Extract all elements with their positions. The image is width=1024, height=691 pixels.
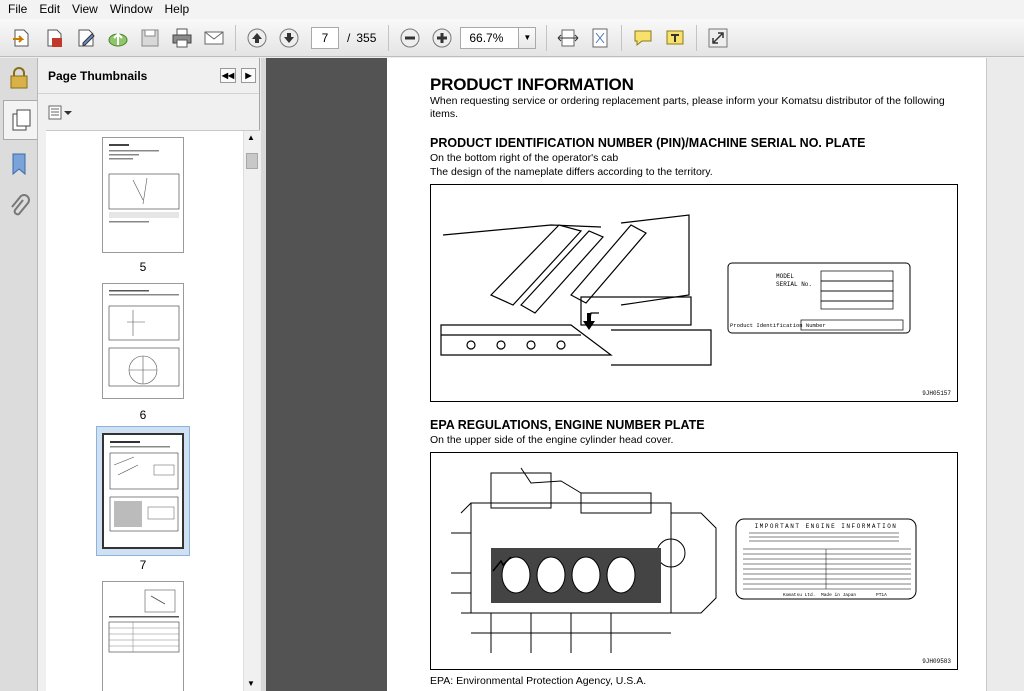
comment-icon[interactable] [629, 24, 657, 52]
intro-text: When requesting service or ordering repl… [430, 95, 945, 120]
attachment-icon[interactable] [8, 194, 30, 223]
section-heading-pin: PRODUCT IDENTIFICATION NUMBER (PIN)/MACH… [430, 136, 866, 150]
section-text: On the upper side of the engine cylinder… [430, 434, 674, 446]
zoom-dropdown-icon[interactable]: ▼ [518, 26, 537, 49]
zoom-in-icon[interactable] [428, 24, 456, 52]
engine-plate-origin: Made in Japan [821, 592, 856, 598]
toolbar: 7 / 355 66.7% ▼ [0, 19, 1024, 57]
upload-icon[interactable] [104, 24, 132, 52]
toolbar-separator [546, 24, 548, 51]
plate-model-label: MODEL [776, 273, 794, 280]
figure-engine-plate: IMPORTANT ENGINE INFORMATION Komatsu Ltd… [430, 452, 958, 670]
figure-id: 9JH05157 [922, 390, 951, 397]
panel-menu-icon[interactable]: ▶ [241, 68, 256, 83]
menu-file[interactable]: File [2, 0, 33, 19]
plate-pin-label: Product Identification Number [730, 322, 826, 329]
thumbnail-page-5[interactable] [102, 137, 184, 253]
thumbnail-page-6[interactable] [102, 283, 184, 399]
thumbnail-list[interactable]: 5 6 7 ▲ ▼ [46, 130, 260, 691]
figure-serial-plate: MODEL SERIAL No. Product Identification … [430, 184, 958, 402]
open-icon[interactable] [8, 24, 36, 52]
document-view[interactable]: PRODUCT INFORMATION When requesting serv… [266, 58, 1024, 691]
engine-plate-drawing: IMPORTANT ENGINE INFORMATION Komatsu Ltd… [735, 518, 917, 600]
thumbnail-scrollbar[interactable]: ▲ ▼ [243, 131, 260, 691]
scroll-up-icon[interactable]: ▲ [247, 133, 255, 142]
scrollbar-thumb[interactable] [246, 153, 258, 169]
toolbar-separator [621, 24, 623, 51]
scroll-down-icon[interactable]: ▼ [247, 679, 255, 688]
previous-page-icon[interactable] [243, 24, 271, 52]
create-pdf-icon[interactable] [40, 24, 68, 52]
thumbnail-label: 5 [139, 260, 147, 274]
thumbnail-page-8[interactable] [102, 581, 184, 691]
pages-icon [12, 109, 31, 131]
thumbnail-page-7[interactable] [102, 433, 184, 549]
thumbnail-label: 7 [139, 558, 147, 572]
pages-tab[interactable] [3, 100, 37, 140]
menu-view[interactable]: View [66, 0, 104, 19]
section-text: The design of the nameplate differs acco… [430, 166, 713, 178]
footnote: EPA: Environmental Protection Agency, U.… [430, 675, 647, 687]
menu-edit[interactable]: Edit [33, 0, 66, 19]
section-text: On the bottom right of the operator's ca… [430, 152, 619, 164]
right-gutter [986, 58, 1024, 691]
collapse-panel-icon[interactable]: ◀◀ [220, 68, 236, 83]
page-separator: / [347, 30, 351, 45]
save-icon[interactable] [136, 24, 164, 52]
menu-help[interactable]: Help [159, 0, 196, 19]
panel-title: Page Thumbnails [48, 68, 148, 83]
menu-window[interactable]: Window [104, 0, 159, 19]
figure-id: 9JH09583 [922, 658, 951, 665]
highlight-icon[interactable] [661, 24, 689, 52]
excavator-drawing: MODEL SERIAL No. Product Identification … [440, 214, 911, 366]
engine-plate-code: PT1A [876, 592, 887, 598]
expand-icon[interactable] [704, 24, 732, 52]
menu-bar: File Edit View Window Help [0, 0, 1024, 19]
engine-plate-maker: Komatsu Ltd. [783, 592, 815, 598]
fit-width-icon[interactable] [554, 24, 582, 52]
toolbar-separator [235, 24, 236, 51]
toolbar-separator [388, 24, 390, 51]
navigation-rail [0, 58, 38, 691]
page-total: 355 [356, 30, 377, 45]
lock-icon[interactable] [8, 66, 30, 93]
print-icon[interactable] [168, 24, 196, 52]
panel-header: Page Thumbnails ◀◀ ▶ [38, 58, 259, 94]
email-icon[interactable] [200, 24, 228, 52]
toolbar-separator [696, 24, 698, 51]
serial-plate-drawing: MODEL SERIAL No. Product Identification … [727, 262, 911, 334]
engine-drawing: IMPORTANT ENGINE INFORMATION Komatsu Ltd… [451, 467, 917, 653]
engine-plate-title: IMPORTANT ENGINE INFORMATION [755, 523, 898, 530]
zoom-input[interactable]: 66.7% [460, 26, 519, 49]
edit-icon[interactable] [72, 24, 100, 52]
thumbnail-label: 6 [139, 408, 147, 422]
plate-serial-label: SERIAL No. [776, 281, 812, 288]
section-heading-epa: EPA REGULATIONS, ENGINE NUMBER PLATE [430, 418, 705, 432]
next-page-icon[interactable] [275, 24, 303, 52]
page-title: PRODUCT INFORMATION [430, 75, 634, 94]
bookmark-icon[interactable] [9, 152, 29, 179]
pdf-page: PRODUCT INFORMATION When requesting serv… [387, 58, 987, 691]
fit-page-icon[interactable] [586, 24, 614, 52]
zoom-out-icon[interactable] [396, 24, 424, 52]
thumbnail-options-icon[interactable] [48, 105, 74, 124]
page-number-input[interactable]: 7 [311, 26, 339, 49]
